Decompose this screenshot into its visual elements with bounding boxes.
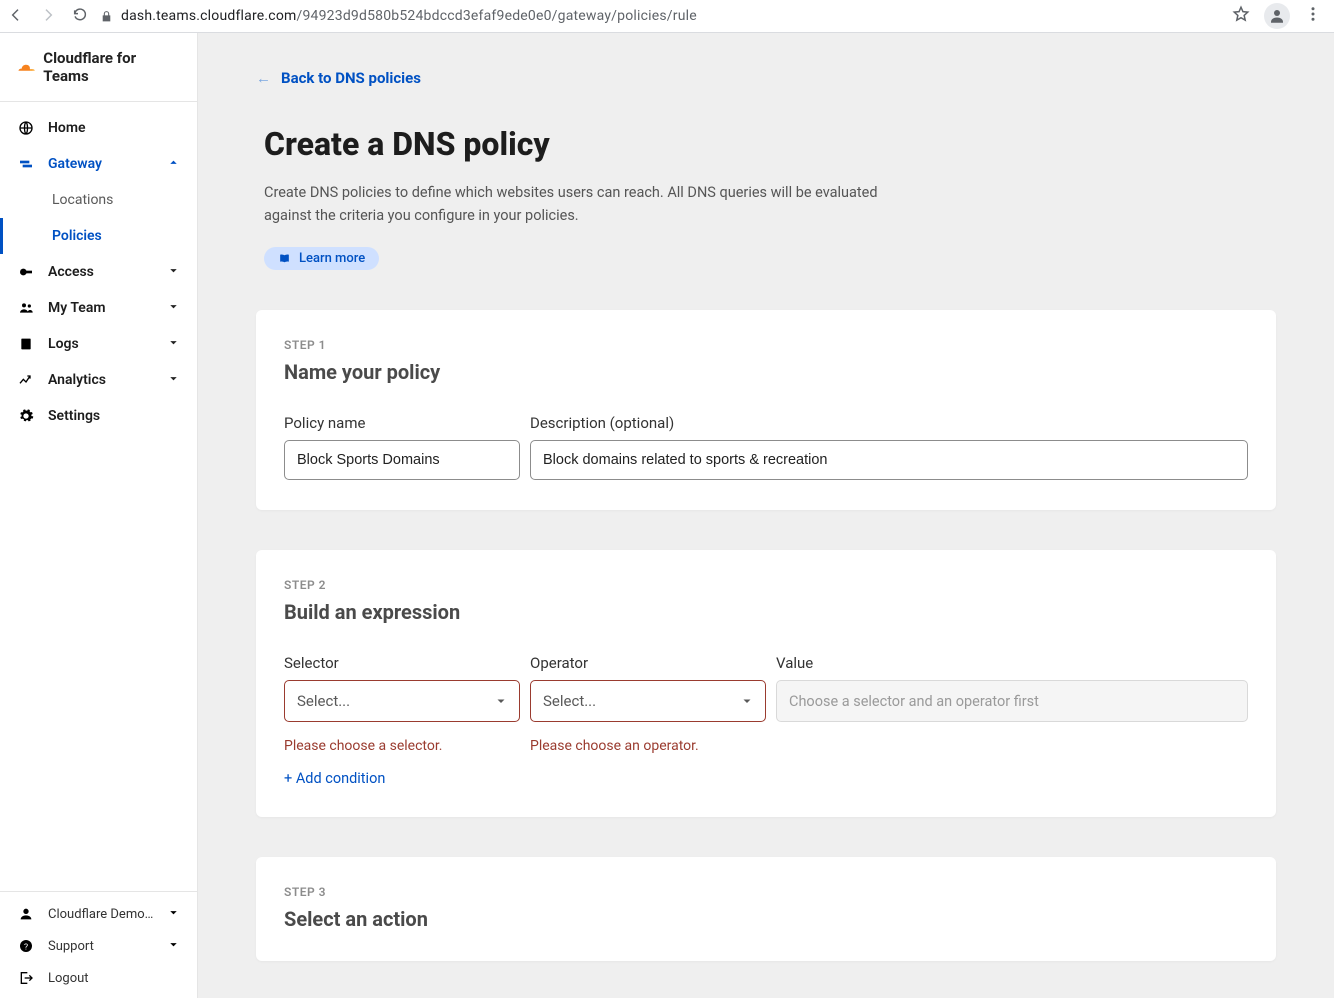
sidebar-item-label: Analytics — [48, 372, 106, 388]
chevron-down-icon — [168, 372, 179, 388]
sidebar-item-analytics[interactable]: Analytics — [0, 362, 197, 398]
value-label: Value — [776, 654, 1248, 672]
sidebar-nav: Home Gateway Locations Policies Access M… — [0, 102, 197, 891]
svg-text:?: ? — [24, 942, 28, 952]
chevron-up-icon — [168, 156, 179, 172]
main-content: ← Back to DNS policies Create a DNS poli… — [198, 33, 1334, 998]
support-link[interactable]: ? Support — [0, 930, 197, 962]
sidebar-item-myteam[interactable]: My Team — [0, 290, 197, 326]
url-path: /94923d9d580b524bdccd3efaf9ede0e0/gatewa… — [297, 8, 697, 24]
reload-icon[interactable] — [72, 7, 90, 25]
address-bar[interactable]: dash.teams.cloudflare.com/94923d9d580b52… — [100, 8, 1222, 24]
menu-icon[interactable] — [1304, 5, 1322, 27]
page-description: Create DNS policies to define which webs… — [264, 181, 904, 227]
chevron-down-icon — [168, 907, 179, 922]
chevron-down-icon — [495, 695, 507, 707]
logs-icon — [18, 336, 34, 352]
chevron-down-icon — [168, 300, 179, 316]
back-icon[interactable] — [8, 7, 26, 25]
sidebar-item-access[interactable]: Access — [0, 254, 197, 290]
analytics-icon — [18, 372, 34, 388]
step3-label: STEP 3 — [284, 885, 1248, 899]
step3-card: STEP 3 Select an action — [256, 857, 1276, 961]
support-label: Support — [48, 939, 94, 954]
gear-icon — [18, 408, 34, 424]
step2-card: STEP 2 Build an expression Selector Sele… — [256, 550, 1276, 817]
sidebar-item-locations[interactable]: Locations — [52, 182, 197, 218]
star-icon[interactable] — [1232, 5, 1250, 27]
learn-more-label: Learn more — [299, 251, 365, 266]
selector-placeholder: Select... — [297, 692, 350, 710]
sidebar-footer: Cloudflare Demo d… ? Support Logout — [0, 891, 197, 998]
team-icon — [18, 300, 34, 316]
user-icon — [18, 906, 34, 922]
selector-label: Selector — [284, 654, 520, 672]
brand[interactable]: Cloudflare for Teams — [0, 33, 197, 102]
sidebar: Cloudflare for Teams Home Gateway Locati… — [0, 33, 198, 998]
arrow-left-icon: ← — [256, 69, 271, 87]
sidebar-item-label: Settings — [48, 408, 100, 424]
main-scroll[interactable]: ← Back to DNS policies Create a DNS poli… — [198, 33, 1334, 998]
value-input-disabled: Choose a selector and an operator first — [776, 680, 1248, 722]
sidebar-item-label: Access — [48, 264, 94, 280]
account-name: Cloudflare Demo d… — [48, 907, 154, 922]
step2-label: STEP 2 — [284, 578, 1248, 592]
chevron-down-icon — [168, 336, 179, 352]
account-switcher[interactable]: Cloudflare Demo d… — [0, 898, 197, 930]
sidebar-item-settings[interactable]: Settings — [0, 398, 197, 434]
sidebar-item-label: My Team — [48, 300, 106, 316]
step1-label: STEP 1 — [284, 338, 1248, 352]
browser-toolbar: dash.teams.cloudflare.com/94923d9d580b52… — [0, 0, 1334, 32]
step1-card: STEP 1 Name your policy Policy name Desc… — [256, 310, 1276, 510]
lock-icon — [100, 10, 113, 23]
access-icon — [18, 264, 34, 280]
operator-error: Please choose an operator. — [530, 738, 766, 754]
policy-name-input[interactable] — [284, 440, 520, 480]
chevron-down-icon — [168, 264, 179, 280]
sidebar-item-home[interactable]: Home — [0, 110, 197, 146]
logout-label: Logout — [48, 971, 89, 986]
sidebar-item-label: Logs — [48, 336, 79, 352]
profile-avatar[interactable] — [1264, 3, 1290, 29]
book-icon — [278, 252, 291, 265]
operator-dropdown[interactable]: Select... — [530, 680, 766, 722]
forward-icon[interactable] — [40, 7, 58, 25]
gateway-icon — [18, 156, 34, 172]
brand-name: Cloudflare for Teams — [43, 49, 179, 85]
operator-placeholder: Select... — [543, 692, 596, 710]
sidebar-item-gateway[interactable]: Gateway — [0, 146, 197, 182]
back-link-label: Back to DNS policies — [281, 69, 421, 87]
operator-label: Operator — [530, 654, 766, 672]
chevron-down-icon — [741, 695, 753, 707]
policy-description-input[interactable] — [530, 440, 1248, 480]
step3-title: Select an action — [284, 907, 1248, 931]
logout-link[interactable]: Logout — [0, 962, 197, 994]
sidebar-item-policies[interactable]: Policies — [52, 218, 197, 254]
sidebar-item-label: Home — [48, 120, 86, 136]
add-condition-button[interactable]: + Add condition — [284, 770, 1248, 787]
learn-more-chip[interactable]: Learn more — [264, 247, 379, 270]
value-placeholder: Choose a selector and an operator first — [789, 693, 1039, 710]
sidebar-item-label: Gateway — [48, 156, 102, 172]
policy-name-label: Policy name — [284, 414, 520, 432]
policy-description-label: Description (optional) — [530, 414, 1248, 432]
back-link[interactable]: ← Back to DNS policies — [256, 69, 421, 87]
step2-title: Build an expression — [284, 600, 1248, 624]
page-title: Create a DNS policy — [264, 125, 1276, 163]
selector-dropdown[interactable]: Select... — [284, 680, 520, 722]
url-host: dash.teams.cloudflare.com — [121, 8, 297, 24]
help-icon: ? — [18, 938, 34, 954]
logout-icon — [18, 970, 34, 986]
globe-icon — [18, 120, 34, 136]
chevron-down-icon — [168, 939, 179, 954]
brand-icon — [18, 60, 35, 74]
selector-error: Please choose a selector. — [284, 738, 520, 754]
step1-title: Name your policy — [284, 360, 1248, 384]
sidebar-item-logs[interactable]: Logs — [0, 326, 197, 362]
